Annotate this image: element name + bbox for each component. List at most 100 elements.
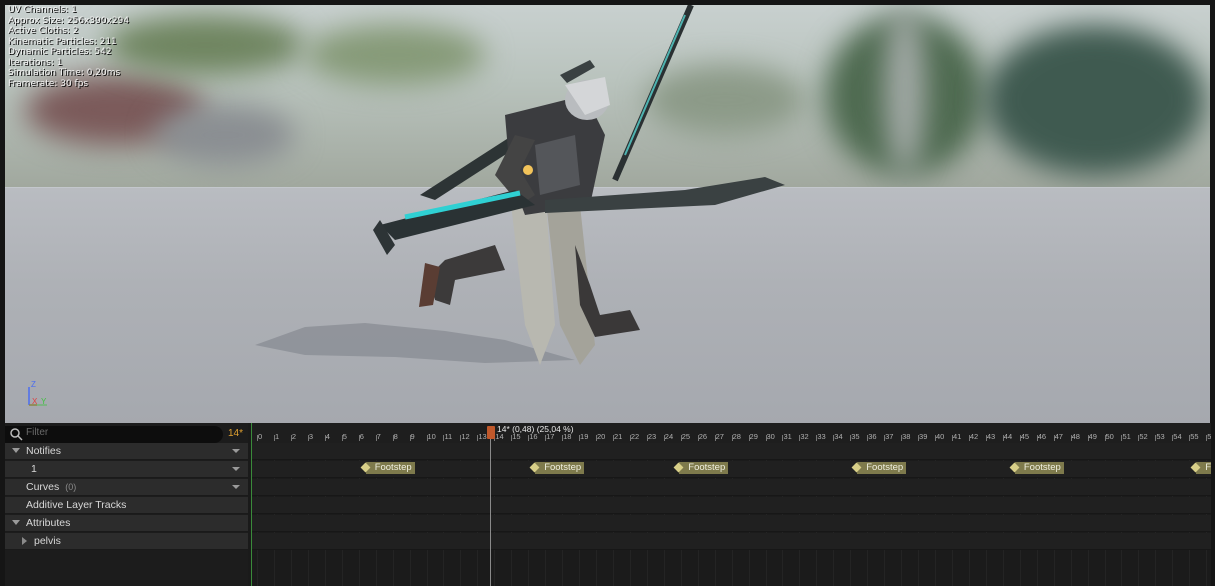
ruler-tick-label: 38 <box>902 432 911 441</box>
stat-uv-channels: UV Channels: 1 <box>8 5 77 15</box>
character-mesh <box>255 5 785 365</box>
ruler-tick-label: 3 <box>308 432 314 441</box>
ruler-tick-label: 7 <box>376 432 381 441</box>
notify-footstep[interactable]: Footstep <box>857 462 907 474</box>
track-notify-1[interactable]: 1 <box>5 461 248 478</box>
notifies-dropdown-icon[interactable] <box>232 449 240 453</box>
collapse-arrow-icon[interactable] <box>12 520 20 525</box>
ruler-tick-label: 10 <box>427 432 436 441</box>
ruler-tick-label: 33 <box>817 432 826 441</box>
ruler-tick-label: 22 <box>630 432 640 441</box>
ruler-tick-label: 11 <box>444 432 453 441</box>
current-frame-indicator: 14* <box>228 428 244 439</box>
filter-row: Filter 14* <box>5 426 248 443</box>
background-pole <box>885 5 925 175</box>
search-icon <box>10 428 23 441</box>
stat-approx-size: Approx Size: 256x390x294 <box>8 15 130 26</box>
notify-footstep[interactable]: Footstep <box>1196 462 1211 474</box>
ruler-tick-label: 28 <box>732 432 741 441</box>
lane-attributes <box>252 515 1211 532</box>
time-ruler[interactable]: 0 1 2 3 4 5 6 7 8 9 10 11 12 13 14 15 16 17 18 19 20 21 22 23 24… <box>252 423 1211 443</box>
track-notifies[interactable]: Notifies <box>5 443 248 460</box>
background-tree <box>985 25 1205 175</box>
stat-kinematic-particles: Kinematic Particles: 211 <box>8 36 117 47</box>
track-pelvis[interactable]: pelvis <box>5 533 248 550</box>
stat-dynamic-particles: Dynamic Particles: 542 <box>8 47 112 57</box>
ruler-tick-label: 12 <box>461 432 470 441</box>
notify-track-dropdown-icon[interactable] <box>232 467 240 471</box>
track-additive-layer-label: Additive Layer Tracks <box>26 499 127 511</box>
lane-notifies <box>252 443 1211 460</box>
notify-footstep[interactable]: Footstep <box>535 462 585 474</box>
lane-curves <box>252 479 1211 496</box>
stat-framerate: Framerate: 30 fps <box>8 78 89 89</box>
curves-label: Curves <box>26 481 60 493</box>
ruler-tick-label: 46 <box>1037 432 1047 441</box>
ruler-tick-label: 41 <box>952 432 962 441</box>
track-list: Filter 14* Notifies 1 Curves (0) Additive… <box>5 423 248 586</box>
filter-input[interactable]: Filter <box>5 426 223 443</box>
ruler-tick-label: 27 <box>715 432 724 441</box>
ruler-tick-label: 44 <box>1003 432 1013 441</box>
stat-simulation-time: Simulation Time: 0,20ms <box>8 68 121 78</box>
ruler-tick-label: 26 <box>698 432 708 441</box>
ruler-tick-label: 50 <box>1105 432 1114 441</box>
filter-placeholder: Filter <box>26 427 49 438</box>
ruler-tick-label: 47 <box>1054 432 1063 441</box>
track-attributes[interactable]: Attributes <box>5 515 248 532</box>
ruler-tick-label: 24 <box>664 432 674 441</box>
ruler-tick-label: 43 <box>986 432 996 441</box>
notify-footstep[interactable]: Footstep <box>679 462 729 474</box>
ruler-tick-label: 1 <box>274 432 280 441</box>
ruler-tick-label: 39 <box>919 432 928 441</box>
lane-pelvis <box>252 533 1211 550</box>
track-curves-label: Curves (0) <box>26 481 76 493</box>
ruler-tick-label: 4 <box>325 432 330 441</box>
ruler-tick-label: 9 <box>410 432 415 441</box>
collapse-arrow-icon[interactable] <box>12 448 20 453</box>
ruler-tick-label: 6 <box>359 432 364 441</box>
playhead-label: 14* (0,48) (25,04 %) <box>497 424 574 434</box>
track-notify-1-label: 1 <box>31 463 37 475</box>
stat-iterations: Iterations: 1 <box>8 57 63 68</box>
ruler-tick-label: 49 <box>1088 432 1097 441</box>
ruler-tick-label: 55 <box>1190 432 1199 441</box>
lane-additive <box>252 497 1211 514</box>
notify-footstep[interactable]: Footstep <box>1014 462 1064 474</box>
playhead-handle[interactable] <box>487 426 495 439</box>
ruler-tick-label: 29 <box>749 432 758 441</box>
ruler-tick-label: 23 <box>647 432 657 441</box>
ruler-tick-label: 40 <box>936 432 945 441</box>
ruler-tick-label: 34 <box>834 432 843 441</box>
axis-x-label: X <box>32 397 38 406</box>
animation-viewport[interactable]: UV Channels: 1 Approx Size: 256x390x294 … <box>5 5 1210 423</box>
timeline-track-area[interactable]: 0 1 2 3 4 5 6 7 8 9 10 11 12 13 14 15 16 17 18 19 20 21 22 23 24… <box>251 423 1211 586</box>
stat-active-cloths: Active Cloths: 2 <box>8 26 79 36</box>
axis-y-label: Y <box>41 397 47 406</box>
track-attributes-label: Attributes <box>26 517 71 529</box>
axis-gizmo-icon: Z X Y <box>28 380 47 406</box>
curves-count: (0) <box>65 482 77 492</box>
ruler-tick-label: 21 <box>613 432 623 441</box>
ruler-tick-label: 53 <box>1156 432 1165 441</box>
track-notifies-label: Notifies <box>26 445 62 457</box>
ruler-tick-label: 42 <box>969 432 979 441</box>
ruler-tick-label: 20 <box>597 432 606 441</box>
ruler-tick-label: 37 <box>885 432 894 441</box>
track-additive-layer[interactable]: Additive Layer Tracks <box>5 497 248 514</box>
ruler-tick-label: 30 <box>766 432 775 441</box>
playhead-line[interactable] <box>490 439 491 586</box>
ruler-tick-label: 35 <box>851 432 860 441</box>
ruler-tick-label: 8 <box>393 432 398 441</box>
track-curves[interactable]: Curves (0) <box>5 479 248 496</box>
ruler-tick-label: 13 <box>478 432 487 441</box>
ruler-tick-label: 5 <box>342 432 347 441</box>
ruler-tick-label: 56 <box>1207 432 1211 441</box>
expand-arrow-icon[interactable] <box>22 537 27 545</box>
ruler-tick-label: 2 <box>291 432 297 441</box>
ruler-tick-label: 19 <box>580 432 589 441</box>
notify-footstep[interactable]: Footstep <box>365 462 415 474</box>
track-pelvis-label: pelvis <box>34 535 61 547</box>
animation-timeline-panel: Filter 14* Notifies 1 Curves (0) Additive… <box>5 423 1211 586</box>
curves-dropdown-icon[interactable] <box>232 485 240 489</box>
